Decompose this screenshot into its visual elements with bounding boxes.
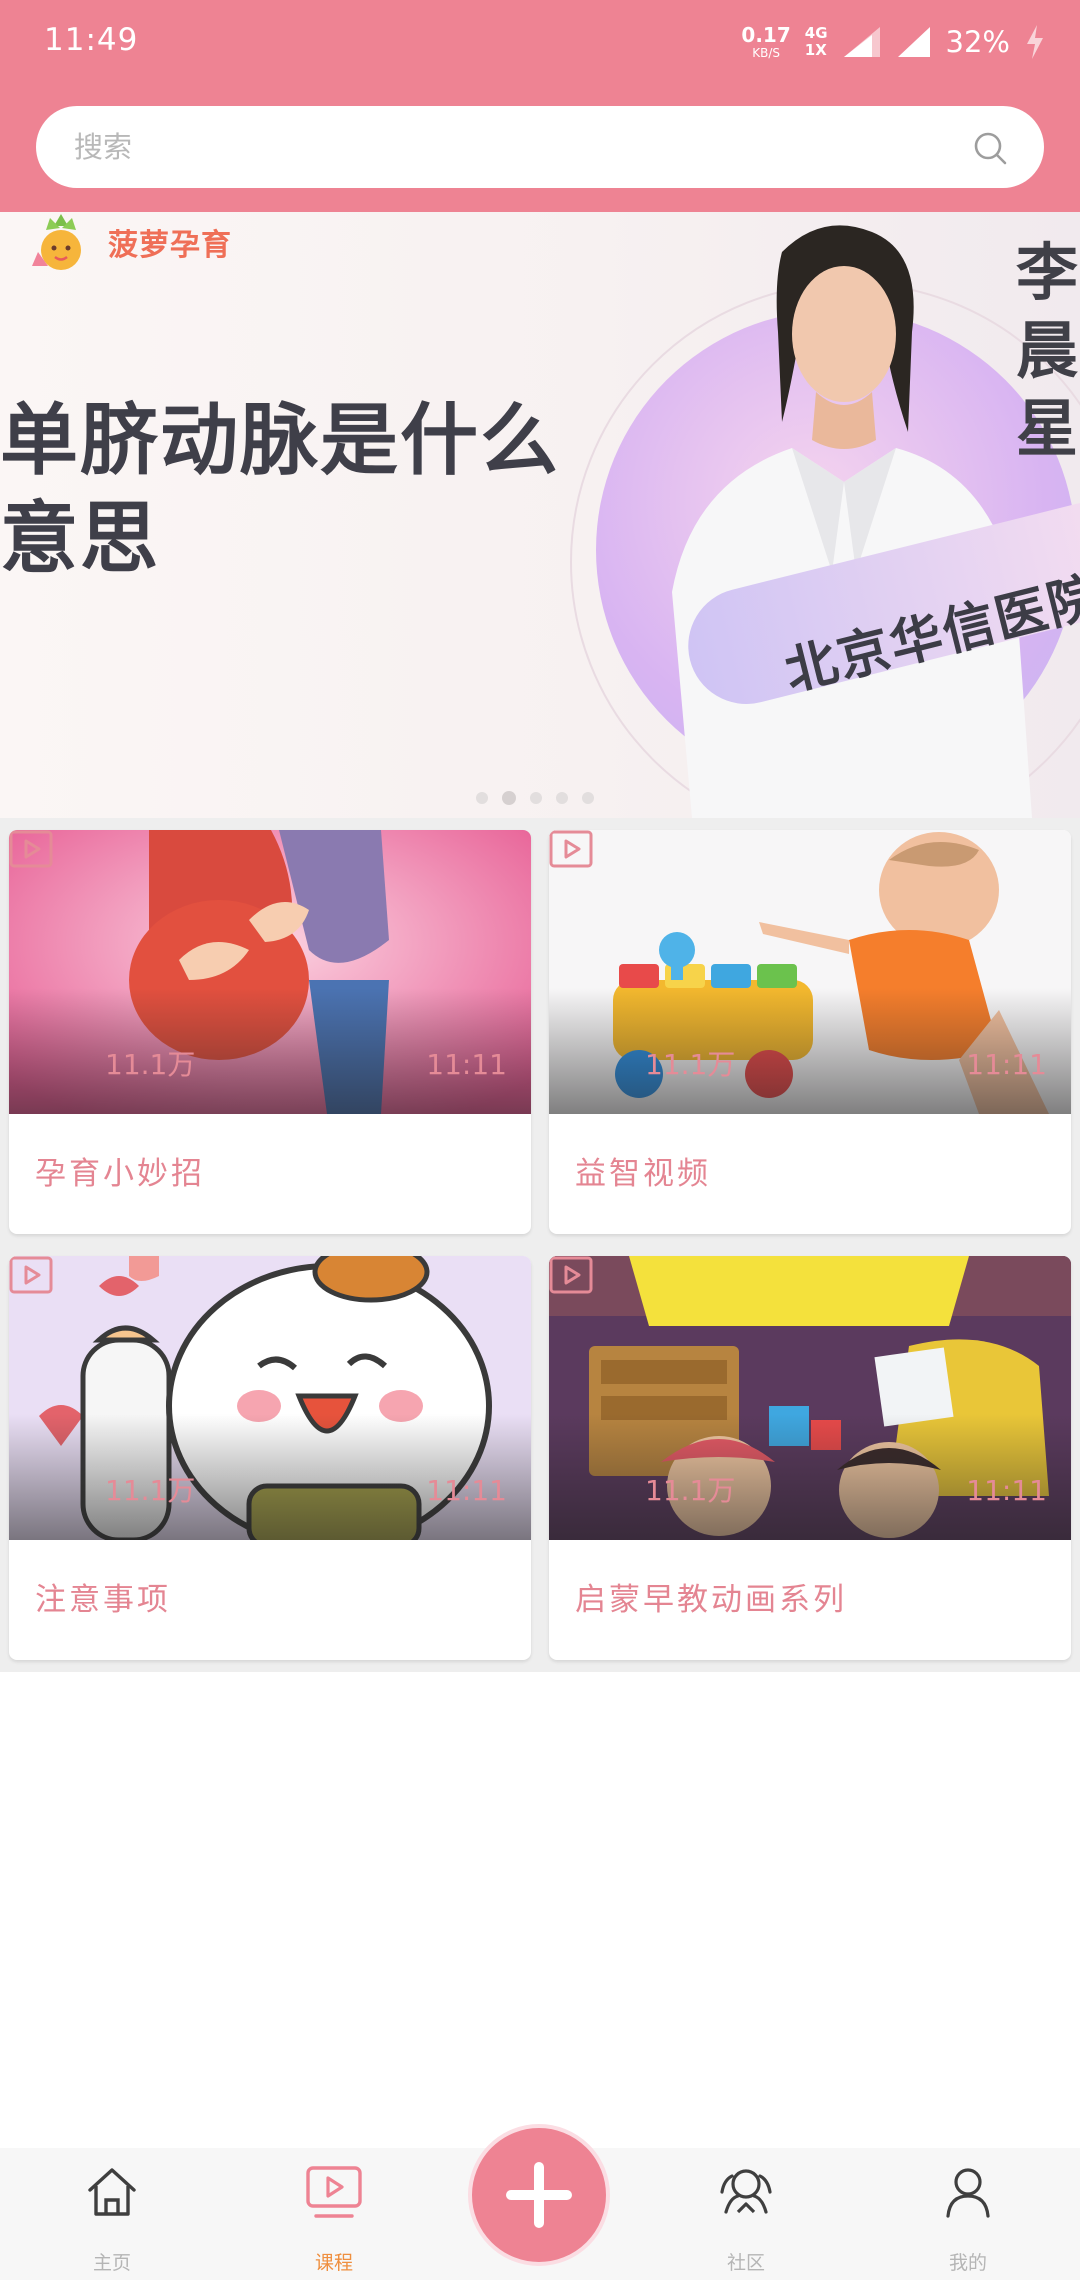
network-type-secondary: 1X	[804, 41, 827, 59]
header: 11:49 0.17 KB/S 4G 1X 32%	[0, 0, 1080, 212]
video-duration: 11:11	[426, 1048, 507, 1081]
course-thumbnail[interactable]: 11.1万 11:11	[549, 1256, 1071, 1540]
promo-banner[interactable]: 菠萝孕育 单脐动脉是什么 意思 李 晨 星 北京华信医院	[0, 212, 1080, 818]
course-card[interactable]: 11.1万 11:11 孕育小妙招	[9, 830, 531, 1234]
screen: 11:49 0.17 KB/S 4G 1X 32% 搜索 菠萝孕育 单脐动脉是什…	[0, 0, 1080, 2280]
plus-icon	[506, 2162, 572, 2228]
network-type-primary: 4G	[804, 24, 828, 42]
status-indicators: 0.17 KB/S 4G 1X 32%	[741, 18, 1046, 66]
search-bar[interactable]	[36, 106, 1044, 188]
banner-page-dot[interactable]	[530, 792, 542, 804]
community-icon	[720, 2169, 772, 2214]
home-icon	[88, 2168, 136, 2216]
add-button[interactable]	[468, 2124, 610, 2266]
doctor-portrait	[672, 225, 1032, 818]
banner-headline-line: 单脐动脉是什么	[0, 396, 561, 486]
doctor-name: 李 晨 星	[1016, 234, 1080, 468]
nav-item-profile[interactable]: 我的	[888, 2148, 1048, 2280]
cellular-signal-icon	[843, 27, 880, 57]
nav-label: 课程	[314, 2252, 353, 2274]
play-icon	[549, 830, 593, 868]
view-count: 11.1万	[105, 1474, 196, 1507]
banner-brand: 菠萝孕育	[28, 212, 232, 272]
course-card[interactable]: 11.1万 11:11 益智视频	[549, 830, 1071, 1234]
nav-label: 我的	[948, 2252, 987, 2274]
course-title[interactable]: 注意事项	[35, 1574, 171, 1619]
doctor-name-char: 晨	[1016, 314, 1079, 387]
profile-icon	[946, 2168, 990, 2218]
doctor-name-char: 李	[1016, 236, 1079, 309]
charging-icon	[1027, 25, 1043, 59]
video-duration: 11:11	[966, 1474, 1047, 1507]
banner-page-dot[interactable]	[582, 792, 594, 804]
banner-brand-name: 菠萝孕育	[108, 228, 232, 263]
network-speed-unit: KB/S	[752, 46, 780, 60]
course-card[interactable]: 11.1万 11:11 注意事项	[9, 1256, 531, 1660]
play-icon	[9, 1256, 53, 1294]
course-title[interactable]: 孕育小妙招	[35, 1148, 205, 1193]
pineapple-logo-icon	[32, 214, 81, 270]
status-bar: 11:49 0.17 KB/S 4G 1X 32%	[0, 0, 1080, 84]
search-icon[interactable]	[972, 130, 1008, 166]
nav-label: 社区	[726, 2252, 765, 2274]
banner-page-dot[interactable]	[556, 792, 568, 804]
banner-headline: 单脐动脉是什么 意思	[0, 392, 560, 588]
view-count: 11.1万	[105, 1048, 196, 1081]
doctor-name-char: 星	[1016, 392, 1079, 465]
view-count: 11.1万	[645, 1048, 736, 1081]
network-speed-value: 0.17	[741, 23, 791, 47]
video-duration: 11:11	[966, 1048, 1047, 1081]
course-card[interactable]: 11.1万 11:11 启蒙早教动画系列	[549, 1256, 1071, 1660]
course-title[interactable]: 益智视频	[575, 1148, 711, 1193]
course-grid: 11.1万 11:11 孕育小妙招 11.1万 11:11 益智视频 11.1万…	[0, 818, 1080, 1672]
banner-page-dot-active[interactable]	[502, 791, 516, 805]
banner-page-dot[interactable]	[476, 792, 488, 804]
course-title[interactable]: 启蒙早教动画系列	[575, 1574, 847, 1619]
nav-item-community[interactable]: 社区	[666, 2148, 826, 2280]
signal-strength-icon	[897, 27, 930, 57]
battery-percentage: 32%	[945, 25, 1010, 59]
nav-item-home[interactable]: 主页	[32, 2148, 192, 2280]
view-count: 11.1万	[645, 1474, 736, 1507]
course-thumbnail[interactable]: 11.1万 11:11	[549, 830, 1071, 1114]
course-thumbnail[interactable]: 11.1万 11:11	[9, 1256, 531, 1540]
nav-item-courses[interactable]: 课程	[254, 2148, 414, 2280]
play-icon	[549, 1256, 593, 1294]
play-icon	[9, 830, 53, 868]
network-type: 4G 1X	[805, 25, 828, 59]
nav-label: 主页	[92, 2252, 131, 2274]
search-input[interactable]	[74, 106, 954, 188]
status-time: 11:49	[44, 22, 139, 58]
video-duration: 11:11	[426, 1474, 507, 1507]
course-thumbnail[interactable]: 11.1万 11:11	[9, 830, 531, 1114]
banner-headline-line: 意思	[0, 494, 161, 584]
video-course-icon	[306, 2166, 362, 2218]
banner-pagination	[476, 791, 594, 805]
network-speed: 0.17 KB/S	[741, 25, 790, 59]
